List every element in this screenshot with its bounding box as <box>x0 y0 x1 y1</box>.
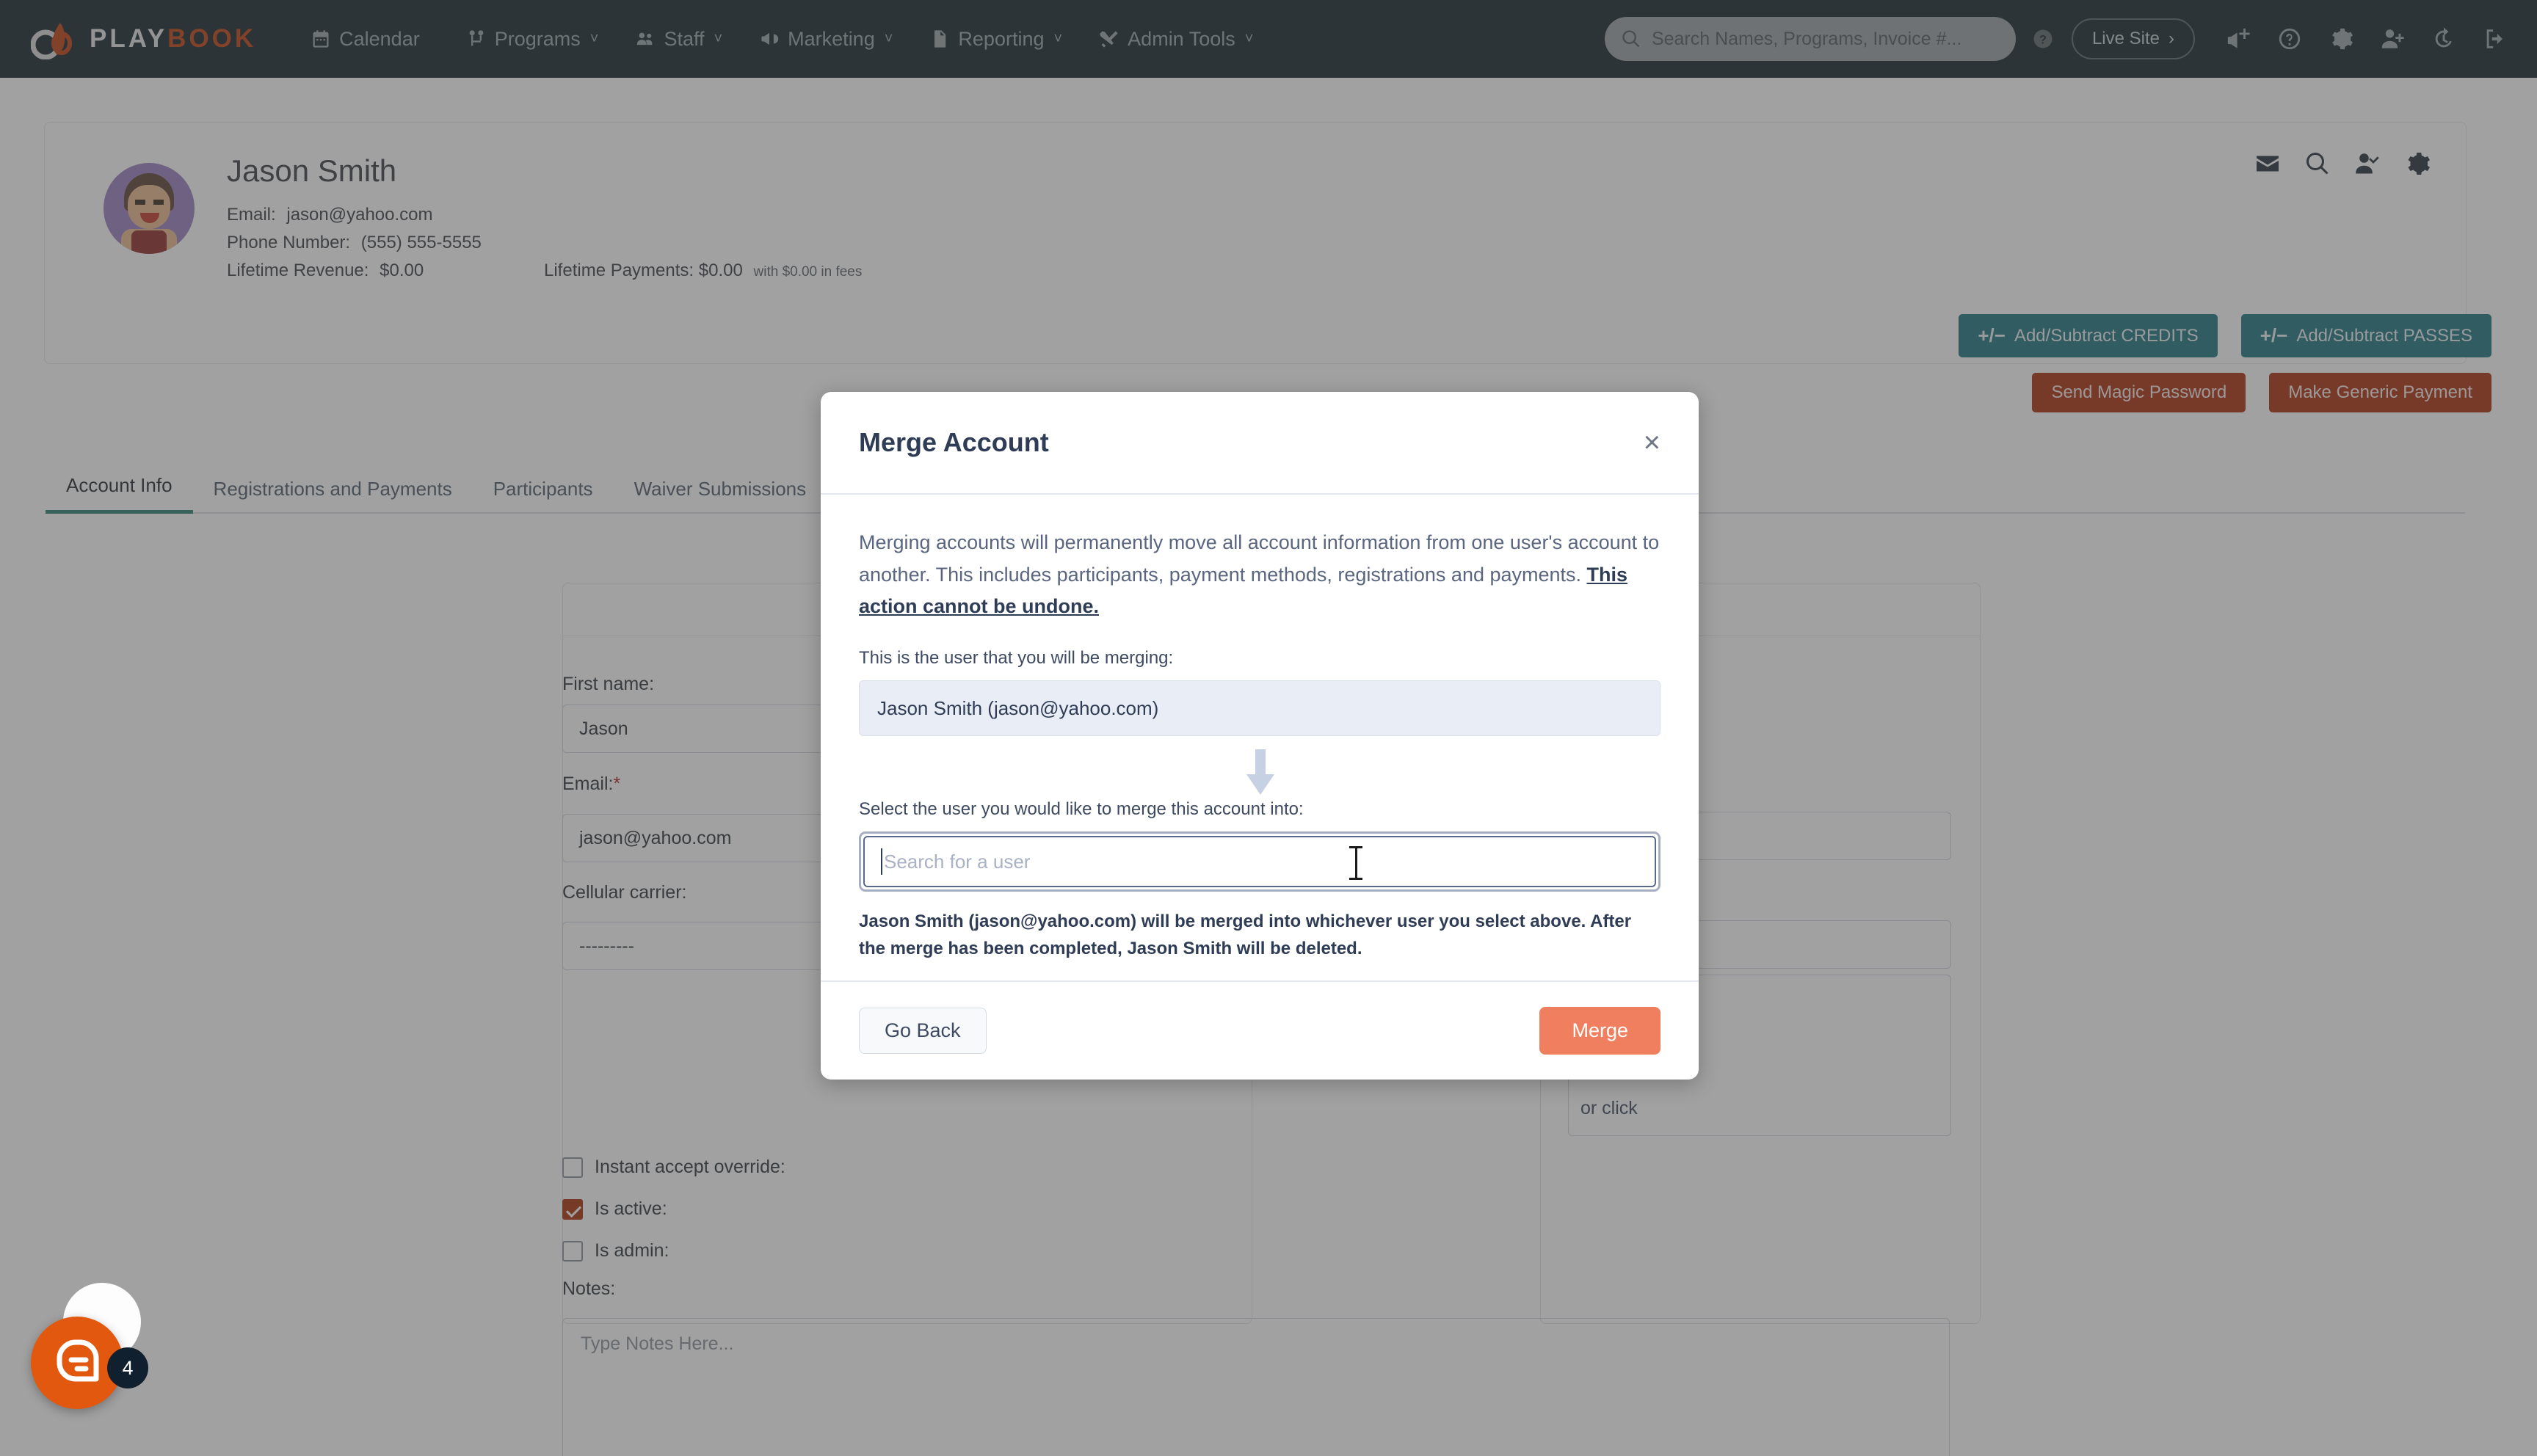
arrow-down-icon <box>1238 749 1282 796</box>
target-user-search-placeholder: Search for a user <box>884 850 1031 873</box>
target-user-search-input[interactable]: Search for a user <box>863 836 1656 888</box>
modal-description-text: Merging accounts will permanently move a… <box>859 531 1660 586</box>
merge-button[interactable]: Merge <box>1539 1006 1661 1055</box>
modal-body: Merging accounts will permanently move a… <box>821 495 1699 980</box>
merge-explanation-note: Jason Smith (jason@yahoo.com) will be me… <box>859 911 1632 959</box>
modal-title: Merge Account <box>859 427 1049 457</box>
modal-header: Merge Account × <box>821 392 1699 495</box>
mouse-text-cursor-icon <box>1349 846 1362 881</box>
source-user-label: This is the user that you will be mergin… <box>859 648 1174 669</box>
source-user-field: Jason Smith (jason@yahoo.com) <box>859 680 1661 737</box>
modal-footer: Go Back Merge <box>821 980 1699 1080</box>
merge-account-modal: Merge Account × Merging accounts will pe… <box>821 392 1699 1080</box>
target-user-label: Select the user you would like to merge … <box>859 799 1304 820</box>
close-icon[interactable]: × <box>1644 428 1661 457</box>
text-caret <box>881 848 882 876</box>
chat-bubble-icon <box>57 1339 99 1382</box>
target-user-search-wrapper: Search for a user <box>859 831 1661 892</box>
go-back-button[interactable]: Go Back <box>859 1007 987 1054</box>
chat-unread-badge: 4 <box>107 1347 148 1388</box>
modal-description: Merging accounts will permanently move a… <box>859 527 1661 623</box>
